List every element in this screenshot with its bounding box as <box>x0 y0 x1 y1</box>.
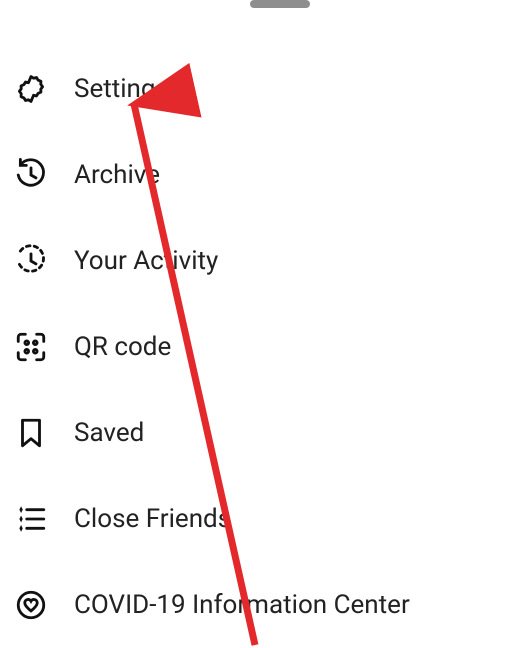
menu-label: Archive <box>74 160 160 190</box>
menu-item-your-activity[interactable]: Your Activity <box>0 218 523 304</box>
gear-icon <box>14 72 74 106</box>
bookmark-icon <box>14 416 74 450</box>
menu-label: Settings <box>74 74 169 104</box>
menu-label: Close Friends <box>74 504 231 534</box>
menu-item-saved[interactable]: Saved <box>0 390 523 476</box>
menu-item-qr-code[interactable]: QR code <box>0 304 523 390</box>
qr-code-icon <box>14 330 74 364</box>
close-friends-icon <box>14 502 74 536</box>
activity-icon <box>14 244 74 278</box>
menu-item-settings[interactable]: Settings <box>0 46 523 132</box>
drag-handle[interactable] <box>250 0 310 8</box>
heart-circle-icon <box>14 588 74 622</box>
menu-label: QR code <box>74 332 171 362</box>
menu-item-close-friends[interactable]: Close Friends <box>0 476 523 562</box>
menu-item-covid-info[interactable]: COVID-19 Information Center <box>0 562 523 648</box>
menu-label: Your Activity <box>74 246 218 276</box>
archive-icon <box>14 158 74 192</box>
menu-item-archive[interactable]: Archive <box>0 132 523 218</box>
menu-label: Saved <box>74 418 144 448</box>
profile-menu: Settings Archive Your Activity <box>0 0 523 648</box>
menu-label: COVID-19 Information Center <box>74 590 410 620</box>
